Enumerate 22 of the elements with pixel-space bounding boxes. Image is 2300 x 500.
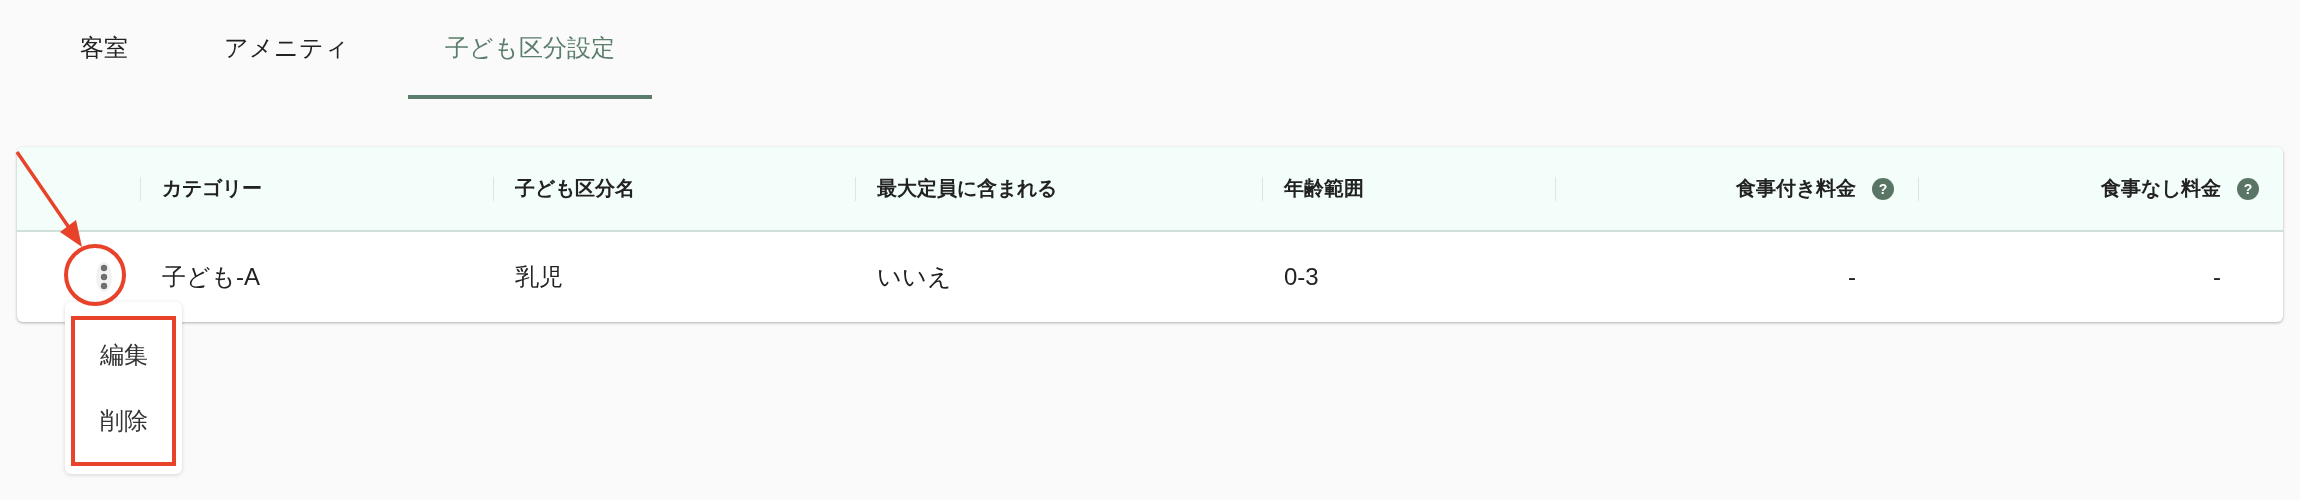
table-cell-text: 乳児 xyxy=(515,262,563,292)
column-header: 最大定員に含まれる xyxy=(877,176,1057,201)
table-cell: - xyxy=(2213,263,2221,291)
column-header: 年齢範囲 xyxy=(1284,176,1364,201)
menu-item[interactable]: 編集 xyxy=(65,322,182,388)
column-header: 食事付き料金 xyxy=(1736,176,1856,201)
column-header: カテゴリー xyxy=(162,176,262,201)
menu-item[interactable]: 削除 xyxy=(65,388,182,454)
tab[interactable]: アメニティ xyxy=(187,0,386,99)
help-icon[interactable]: ? xyxy=(1872,177,1894,200)
kebab-icon xyxy=(100,264,108,290)
highlight-circle xyxy=(64,244,126,306)
help-icon[interactable]: ? xyxy=(2237,177,2259,200)
tab[interactable]: 客室 xyxy=(43,0,165,99)
column-header: 子ども区分名 xyxy=(515,176,635,201)
table-cell-text: 子ども-A xyxy=(162,262,260,292)
table-cell: - xyxy=(1848,263,1856,291)
table-cell: 0-3 xyxy=(1284,263,1319,291)
table-cell-text: いいえ xyxy=(877,262,952,292)
column-header: 食事なし料金 xyxy=(2101,176,2221,201)
tab[interactable]: 子ども区分設定 xyxy=(408,0,652,99)
more-button[interactable] xyxy=(96,262,112,292)
